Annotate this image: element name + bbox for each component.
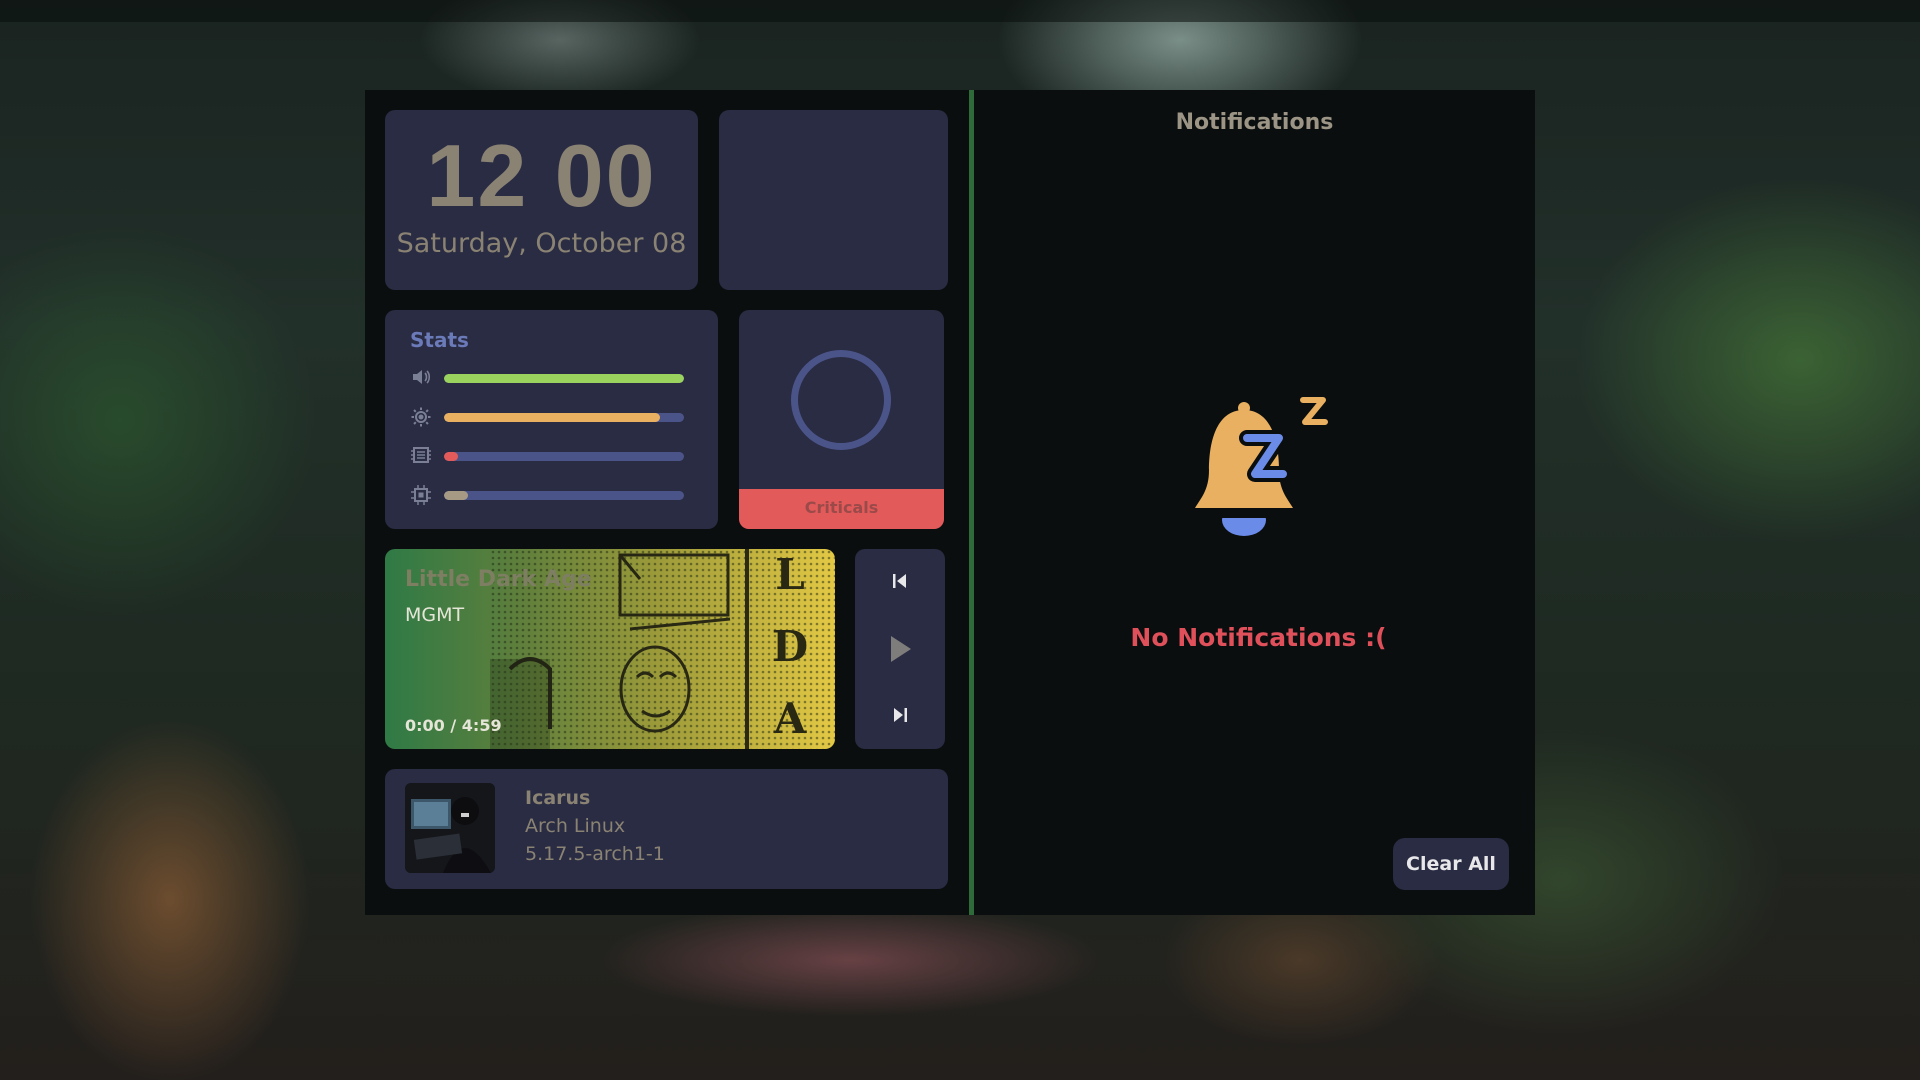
user-avatar bbox=[405, 783, 495, 873]
stat-brightness[interactable] bbox=[410, 407, 700, 427]
notifications-title: Notifications bbox=[1175, 110, 1334, 135]
memory-track bbox=[444, 452, 684, 461]
previous-button[interactable] bbox=[855, 571, 945, 595]
dashboard-panel: 12 00 Saturday, October 08 Stats Critica… bbox=[365, 90, 1535, 915]
song-progress: 0:00 / 4:59 bbox=[405, 716, 502, 735]
brightness-icon bbox=[410, 407, 432, 427]
music-controls bbox=[855, 549, 945, 749]
album-letter-d: D bbox=[772, 622, 808, 671]
criticals-label: Criticals bbox=[739, 489, 944, 529]
volume-fill bbox=[444, 374, 684, 383]
volume-track[interactable] bbox=[444, 374, 684, 383]
previous-icon bbox=[893, 574, 906, 588]
stat-cpu bbox=[410, 485, 700, 505]
memory-fill bbox=[444, 452, 459, 461]
hostname: Icarus bbox=[525, 787, 591, 809]
system-info-widget: Icarus Arch Linux 5.17.5-arch1-1 bbox=[385, 769, 948, 889]
brightness-track[interactable] bbox=[444, 413, 684, 422]
cpu-icon bbox=[410, 485, 432, 505]
stat-volume[interactable] bbox=[410, 368, 700, 388]
panel-divider bbox=[969, 90, 974, 915]
criticals-widget: Criticals bbox=[739, 310, 944, 529]
cpu-track bbox=[444, 491, 684, 500]
clock-date: Saturday, October 08 bbox=[396, 228, 687, 259]
stats-title: Stats bbox=[410, 328, 469, 352]
clear-all-button[interactable]: Clear All bbox=[1393, 838, 1509, 890]
cpu-fill bbox=[444, 491, 468, 500]
memory-icon bbox=[410, 446, 432, 466]
song-artist: MGMT bbox=[405, 604, 465, 626]
brightness-fill bbox=[444, 413, 660, 422]
no-notifications-text: No Notifications :( bbox=[1130, 623, 1387, 652]
kernel-version: 5.17.5-arch1-1 bbox=[525, 843, 665, 865]
stat-memory bbox=[410, 446, 700, 466]
play-button[interactable] bbox=[855, 633, 945, 669]
clock-time: 12 00 bbox=[426, 126, 657, 225]
os-name: Arch Linux bbox=[525, 815, 626, 837]
clock-widget: 12 00 Saturday, October 08 bbox=[385, 110, 698, 290]
music-player: L D A Little Dark Age MGMT 0:00 / 4:59 bbox=[385, 549, 835, 749]
volume-icon bbox=[410, 368, 432, 388]
empty-widget bbox=[719, 110, 948, 290]
play-icon bbox=[891, 636, 911, 662]
stats-widget: Stats bbox=[385, 310, 718, 529]
sleeping-bell-icon bbox=[1195, 397, 1328, 536]
next-button[interactable] bbox=[855, 705, 945, 729]
album-letter-a: A bbox=[773, 694, 808, 743]
album-letter-l: L bbox=[775, 550, 805, 599]
song-title: Little Dark Age bbox=[405, 567, 592, 592]
next-icon bbox=[894, 708, 907, 722]
criticals-ring bbox=[791, 350, 891, 450]
top-bar bbox=[0, 0, 1920, 22]
